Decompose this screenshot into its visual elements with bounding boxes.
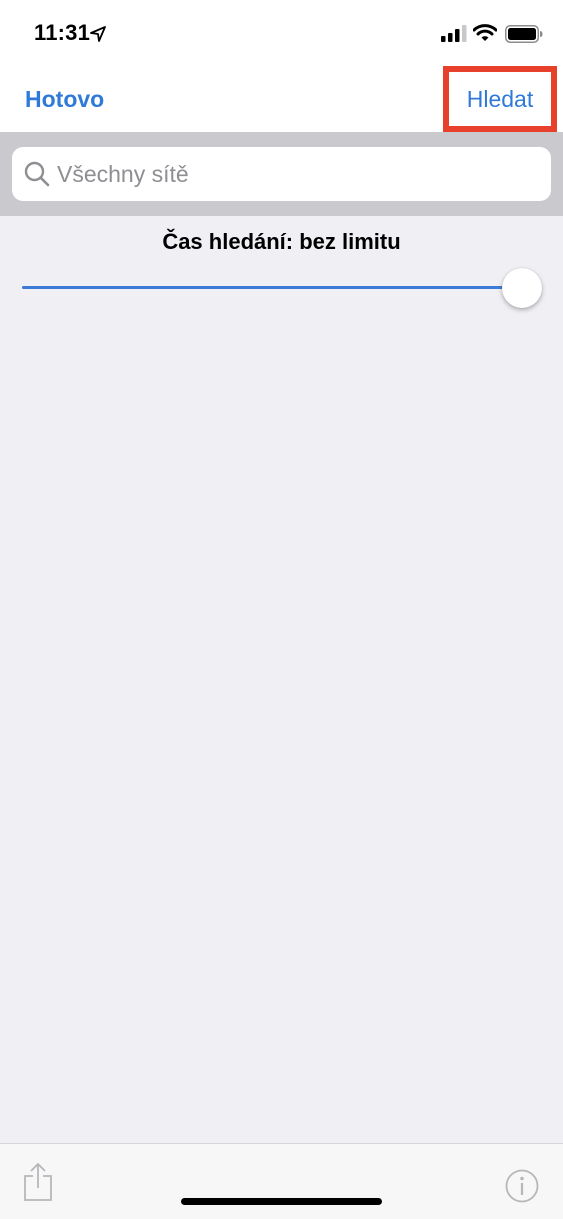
wifi-icon [472, 23, 498, 47]
search-icon [24, 161, 50, 192]
cellular-signal-icon [441, 25, 467, 47]
navigation-bar: Hotovo Hledat [0, 66, 563, 132]
search-field[interactable] [12, 147, 551, 201]
search-time-label: Čas hledání: bez limitu [162, 229, 401, 254]
home-indicator [181, 1198, 382, 1205]
search-input[interactable] [57, 147, 537, 201]
status-time: 11:31 [34, 20, 91, 45]
search-bar-area [0, 132, 563, 216]
search-time-slider[interactable] [22, 268, 542, 308]
bottom-toolbar [0, 1143, 563, 1219]
slider-thumb[interactable] [502, 268, 542, 308]
info-icon[interactable] [505, 1169, 539, 1208]
status-bar: 11:31 [0, 0, 563, 66]
battery-icon [505, 25, 543, 48]
location-arrow-icon [90, 26, 106, 47]
search-button[interactable]: Hledat [443, 66, 557, 132]
search-button-label: Hledat [466, 85, 534, 112]
share-icon[interactable] [22, 1162, 54, 1207]
slider-fill [22, 286, 522, 289]
done-button[interactable]: Hotovo [25, 86, 104, 113]
